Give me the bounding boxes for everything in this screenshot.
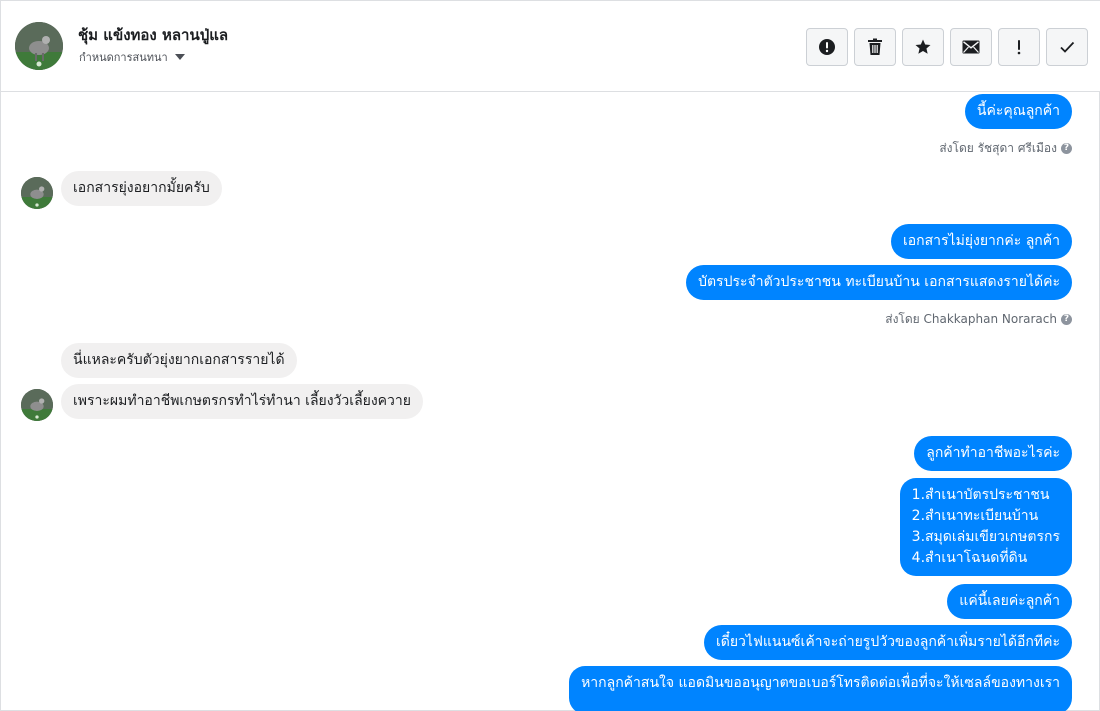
delete-button[interactable] — [854, 28, 896, 66]
contact-avatar-small[interactable] — [21, 389, 53, 421]
help-icon[interactable]: ? — [1061, 314, 1072, 325]
outgoing-message[interactable]: เอกสารไม่ยุ่งยากค่ะ ลูกค้า — [890, 224, 1072, 259]
assign-label: กำหนดการสนทนา — [79, 51, 168, 64]
spam-button[interactable] — [806, 28, 848, 66]
star-icon — [915, 39, 931, 54]
assign-conversation-dropdown[interactable]: กำหนดการสนทนา — [79, 48, 185, 66]
sent-by-label: ส่งโดย รัชสุดา ศรีเมือง ? — [939, 139, 1072, 158]
list-line: 1.สำเนาบัตรประชาชน — [911, 487, 1050, 503]
conversation-header: ชุ้ม แข้งทอง หลานปู่แล กำหนดการสนทนา — [1, 1, 1100, 92]
outgoing-message[interactable]: ลูกค้าทำอาชีพอะไรค่ะ — [914, 436, 1072, 471]
message-thread[interactable]: นี้ค่ะคุณลูกค้า ส่งโดย รัชสุดา ศรีเมือง … — [1, 92, 1100, 711]
star-button[interactable] — [902, 28, 944, 66]
check-icon — [1060, 41, 1075, 53]
outgoing-message-list[interactable]: 1.สำเนาบัตรประชาชน 2.สำเนาทะเบียนบ้าน 3.… — [899, 478, 1072, 576]
sent-by-text: ส่งโดย รัชสุดา ศรีเมือง — [939, 141, 1057, 155]
conversation-toolbar — [806, 28, 1088, 66]
outgoing-message[interactable]: บัตรประจำตัวประชาชน ทะเบียนบ้าน เอกสารแส… — [686, 265, 1072, 300]
incoming-message[interactable]: นี่แหละครับตัวยุ่งยากเอกสารรายได้ — [61, 343, 297, 378]
list-line: 3.สมุดเล่มเขียวเกษตรกร — [911, 529, 1060, 545]
mark-unread-button[interactable] — [950, 28, 992, 66]
outgoing-message[interactable]: เดี๋ยวไฟแนนซ์เค้าจะถ่ายรูปวัวของลูกค้าเพ… — [703, 625, 1072, 660]
outgoing-message[interactable]: แค่นี้เลยค่ะลูกค้า — [947, 584, 1072, 619]
contact-name[interactable]: ชุ้ม แข้งทอง หลานปู่แล — [78, 23, 228, 47]
help-icon[interactable]: ? — [1061, 143, 1072, 154]
exclamation-icon — [1017, 40, 1021, 55]
sent-by-label: ส่งโดย Chakkaphan Norarach ? — [885, 310, 1072, 329]
list-line: 4.สำเนาโฉนดที่ดิน — [911, 550, 1028, 566]
incoming-message[interactable]: เอกสารยุ่งอยากมั้ยครับ — [61, 171, 222, 206]
outgoing-message[interactable]: นี้ค่ะคุณลูกค้า — [964, 94, 1072, 129]
inbox-conversation-panel: ชุ้ม แข้งทอง หลานปู่แล กำหนดการสนทนา นี้… — [0, 0, 1100, 711]
sent-by-text: ส่งโดย Chakkaphan Norarach — [885, 312, 1057, 326]
trash-icon — [868, 38, 882, 55]
alert-circle-icon — [819, 39, 835, 55]
contact-avatar[interactable] — [15, 22, 63, 70]
contact-avatar-small[interactable] — [21, 177, 53, 209]
envelope-icon — [962, 40, 980, 54]
outgoing-message[interactable]: หากลูกค้าสนใจ แอดมินขออนุญาตขอเบอร์โทรติ… — [569, 666, 1072, 711]
caret-down-icon — [174, 54, 185, 60]
done-button[interactable] — [1046, 28, 1088, 66]
list-line: 2.สำเนาทะเบียนบ้าน — [911, 508, 1039, 524]
follow-up-button[interactable] — [998, 28, 1040, 66]
incoming-message[interactable]: เพราะผมทำอาชีพเกษตรกรทำไร่ทำนา เลี้ยงวัว… — [61, 384, 423, 419]
